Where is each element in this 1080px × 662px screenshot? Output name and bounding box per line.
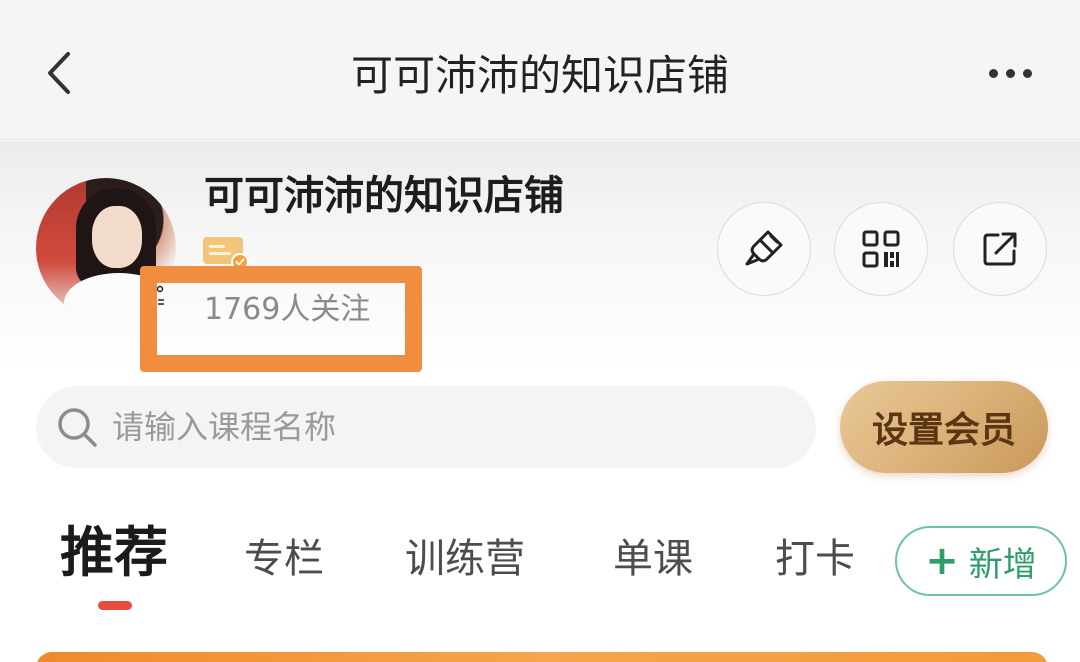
more-button[interactable] (980, 50, 1040, 96)
check-icon (231, 253, 249, 271)
tab-single-course[interactable]: 单课 (613, 529, 693, 589)
promo-banner[interactable] (36, 652, 1048, 662)
follower-count: 1769人关注 (204, 292, 371, 327)
search-placeholder: 请输入课程名称 (112, 408, 337, 446)
page-title: 可可沛沛的知识店铺 (350, 51, 729, 100)
back-button[interactable] (34, 48, 84, 98)
more-dots-icon (988, 68, 998, 78)
set-membership-label: 设置会员 (871, 410, 1016, 451)
share-button[interactable] (953, 202, 1047, 296)
tab-column[interactable]: 专栏 (244, 529, 324, 589)
tab-recommend[interactable]: 推荐 (60, 523, 168, 583)
decorate-button[interactable] (717, 202, 811, 296)
plus-icon: + (925, 538, 959, 584)
tab-training-camp[interactable]: 训练营 (405, 529, 525, 589)
set-membership-button[interactable]: 设置会员 (840, 381, 1048, 473)
nav-bar: 可可沛沛的知识店铺 (0, 0, 1080, 140)
tab-check-in[interactable]: 打卡 (775, 529, 855, 589)
cursor-mark-icon (156, 285, 164, 305)
brush-icon (745, 230, 783, 266)
verified-card-icon (203, 237, 249, 271)
chevron-left-icon (48, 52, 70, 94)
avatar[interactable] (36, 178, 176, 318)
share-icon (983, 232, 1017, 266)
qr-code-button[interactable] (834, 202, 928, 296)
active-tab-indicator (98, 601, 132, 610)
search-icon (54, 404, 100, 450)
search-input[interactable]: 请输入课程名称 (36, 386, 816, 468)
add-tab-button[interactable]: + 新增 (895, 526, 1067, 596)
add-tab-label: 新增 (968, 544, 1037, 585)
shop-name: 可可沛沛的知识店铺 (204, 173, 564, 219)
qr-code-icon (862, 230, 900, 268)
